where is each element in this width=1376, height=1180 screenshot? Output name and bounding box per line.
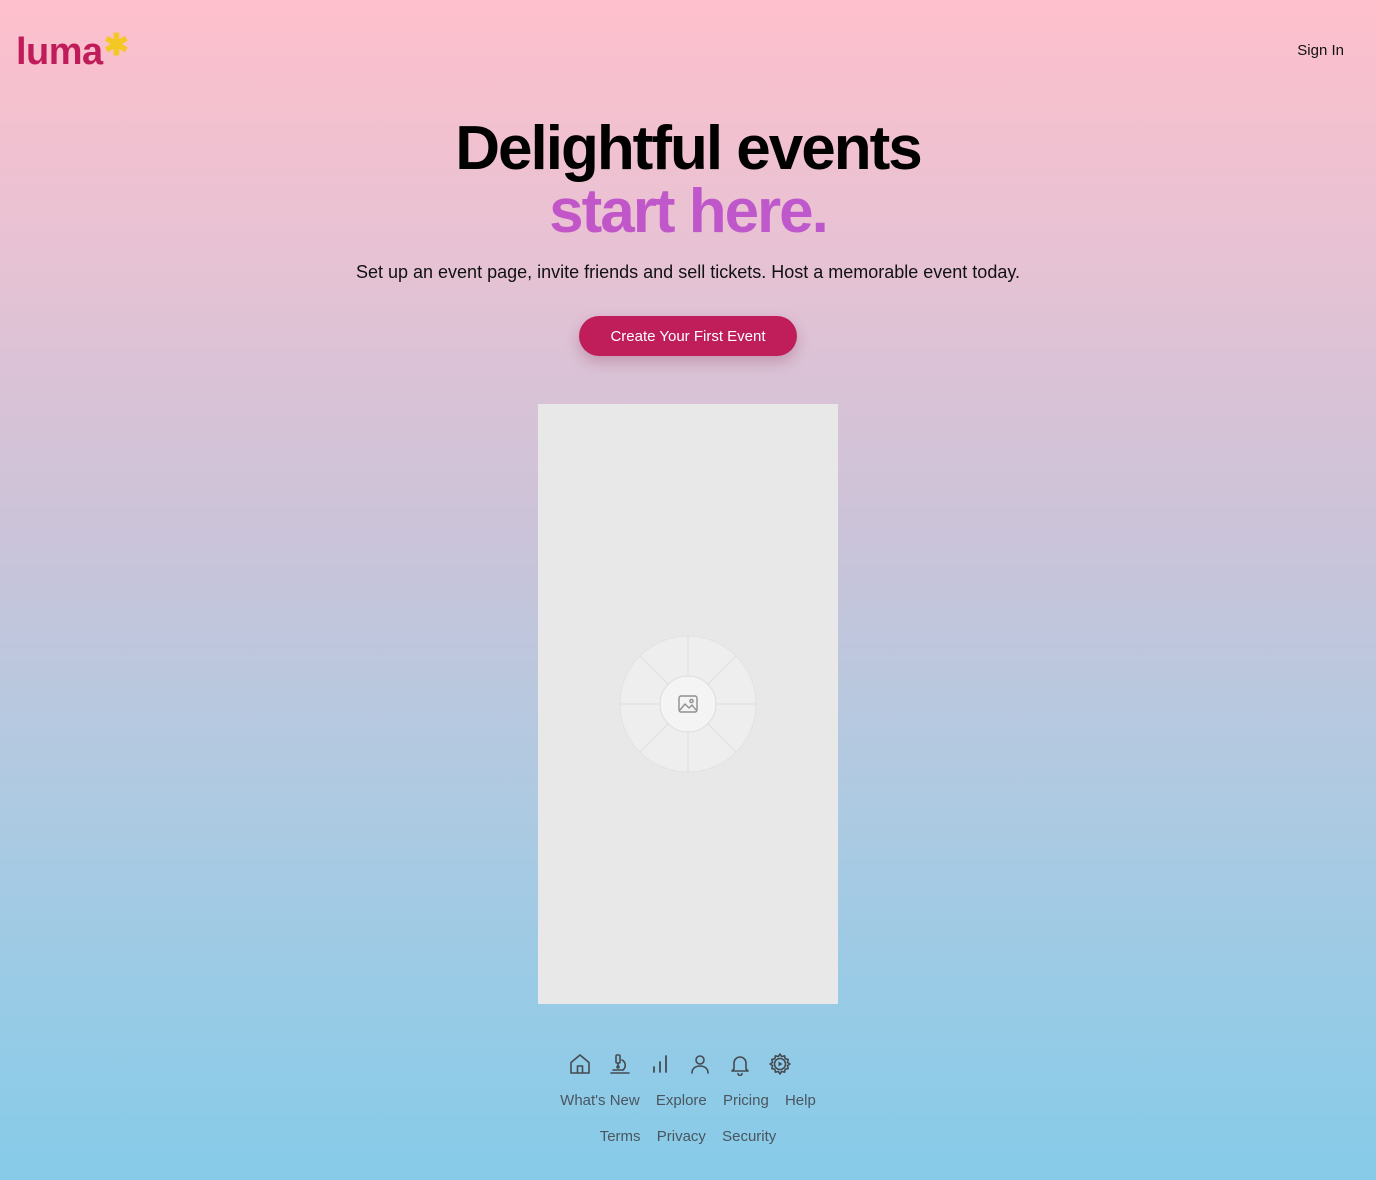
home-icon[interactable] <box>568 1050 592 1078</box>
gear-icon[interactable] <box>768 1050 792 1078</box>
sign-in-link[interactable]: Sign In <box>1297 42 1344 59</box>
hero-subtitle: Set up an event page, invite friends and… <box>355 262 1021 282</box>
hero-section: Delightful events start here. Set up an … <box>0 116 1376 284</box>
hero-title-line1: Delightful events <box>455 114 923 183</box>
logo-text: luma <box>16 31 103 73</box>
luma-logo[interactable]: luma ✱ <box>16 28 129 76</box>
footer-link-pricing[interactable]: Pricing <box>723 1092 769 1109</box>
footer-links-legal: Terms Privacy Security <box>0 1128 1376 1145</box>
footer-link-privacy[interactable]: Privacy <box>657 1128 706 1145</box>
bar-chart-icon[interactable] <box>648 1050 672 1078</box>
placeholder-rays <box>578 594 798 814</box>
logo-star-icon: ✱ <box>103 29 129 62</box>
user-icon[interactable] <box>688 1050 712 1078</box>
footer-icon-row <box>568 1050 792 1078</box>
bell-icon[interactable] <box>728 1050 752 1078</box>
hero-title-line2: start here. <box>0 181 1376 243</box>
footer-link-security[interactable]: Security <box>722 1128 776 1145</box>
microscope-icon[interactable] <box>608 1050 632 1078</box>
footer-link-terms[interactable]: Terms <box>600 1128 641 1145</box>
footer-link-help[interactable]: Help <box>785 1092 816 1109</box>
footer-links-primary: What's New Explore Pricing Help <box>0 1092 1376 1109</box>
event-preview-placeholder <box>538 404 838 1004</box>
footer-link-explore[interactable]: Explore <box>656 1092 707 1109</box>
create-first-event-button[interactable]: Create Your First Event <box>579 316 797 356</box>
footer-link-whats-new[interactable]: What's New <box>560 1092 640 1109</box>
